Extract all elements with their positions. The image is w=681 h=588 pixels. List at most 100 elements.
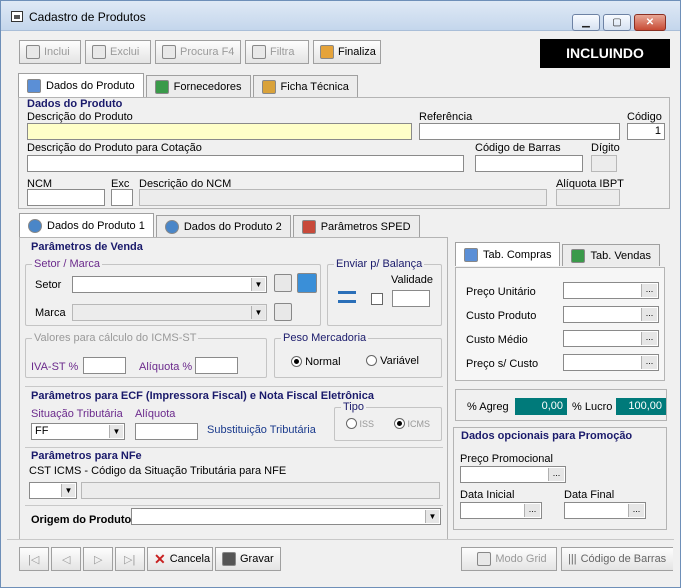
marca-select[interactable]: ▼	[72, 304, 267, 321]
cod-barras-button[interactable]: ||| Código de Barras	[561, 547, 673, 571]
tab-label: Parâmetros SPED	[320, 220, 411, 233]
aliquota-pct-label: Alíquota %	[139, 361, 193, 373]
section-title: Dados do Produto	[27, 98, 123, 110]
custo-medio-label: Custo Médio	[466, 334, 528, 346]
ellipsis-icon: ...	[548, 468, 564, 481]
grid-icon	[477, 552, 492, 566]
delete-icon	[92, 45, 106, 59]
custo-medio-input[interactable]: ...	[563, 330, 659, 347]
icms-radio[interactable]: ICMS	[394, 418, 430, 429]
normal-label: Normal	[305, 356, 341, 368]
tab-dados-produto-2[interactable]: Dados do Produto 2	[155, 215, 291, 237]
refresh-icon[interactable]	[297, 273, 317, 293]
custo-produto-input[interactable]: ...	[563, 306, 659, 323]
chevron-down-icon: ▼	[251, 306, 265, 319]
balanca-legend: Enviar p/ Balança	[336, 258, 423, 270]
tipo-legend: Tipo	[343, 401, 364, 413]
ellipsis-icon: ...	[628, 504, 644, 517]
custo-produto-label: Custo Produto	[466, 310, 537, 322]
tab-dados-produto-1[interactable]: Dados do Produto 1	[19, 213, 154, 237]
agreg-label: % Agreg	[467, 401, 509, 413]
tab-ficha-tecnica[interactable]: Ficha Técnica	[252, 75, 358, 97]
referencia-input[interactable]	[419, 123, 620, 140]
sit-trib-select[interactable]: FF ▼	[31, 423, 125, 440]
aliquota-pct-input[interactable]	[195, 357, 238, 374]
iss-radio[interactable]: ISS	[346, 418, 374, 429]
variavel-radio[interactable]: Variável	[366, 355, 419, 367]
suppliers-icon	[154, 79, 169, 94]
normal-radio[interactable]: Normal	[291, 356, 341, 368]
codigo-input[interactable]: 1	[627, 123, 665, 140]
chevron-down-icon: ▼	[109, 425, 123, 438]
aliquota-input[interactable]	[135, 423, 198, 440]
inclui-button[interactable]: Inclui	[19, 40, 81, 64]
descricao-label: Descrição do Produto	[27, 111, 133, 123]
cst-select[interactable]: ▼	[29, 482, 77, 499]
modo-grid-button[interactable]: Modo Grid	[461, 547, 557, 571]
first-icon: |◁	[28, 553, 40, 566]
gear-icon	[28, 218, 42, 233]
close-button[interactable]: ✕	[634, 14, 666, 31]
ellipsis-icon: ...	[524, 504, 540, 517]
sit-trib-value: FF	[35, 425, 49, 437]
cst-description	[81, 482, 440, 499]
save-icon	[222, 552, 236, 566]
preco-s-custo-input[interactable]: ...	[563, 354, 659, 371]
last-record-button[interactable]: ▷|	[115, 547, 145, 571]
data-inicial-input[interactable]: ...	[460, 502, 542, 519]
cadastro-window: Cadastro de Produtos ▁ ▢ ✕ Inclui Exclui…	[0, 0, 681, 588]
cancela-button[interactable]: ✕ Cancela	[147, 547, 213, 571]
validade-label: Validade	[391, 274, 433, 286]
minimize-button[interactable]: ▁	[572, 14, 600, 31]
preco-unitario-label: Preço Unitário	[466, 286, 536, 298]
marca-edit-icon[interactable]	[274, 303, 292, 321]
ecf-title: Parâmetros para ECF (Impressora Fiscal) …	[31, 390, 374, 402]
filtra-button[interactable]: Filtra	[245, 40, 309, 64]
modo-grid-label: Modo Grid	[495, 553, 547, 565]
maximize-button[interactable]: ▢	[603, 14, 631, 31]
procura-button[interactable]: Procura F4	[155, 40, 241, 64]
first-record-button[interactable]: |◁	[19, 547, 49, 571]
desc-cotacao-input[interactable]	[27, 155, 464, 172]
status-indicator: INCLUINDO	[540, 39, 670, 68]
subst-label: Substituição Tributária	[207, 424, 316, 436]
preco-promo-input[interactable]: ...	[460, 466, 566, 483]
next-icon: ▷	[94, 553, 103, 566]
exc-input[interactable]	[111, 189, 133, 206]
peso-legend: Peso Mercadoria	[283, 332, 367, 344]
ellipsis-icon: ...	[641, 284, 657, 297]
tab-dados-produto[interactable]: Dados do Produto	[18, 73, 144, 97]
tab-compras[interactable]: Tab. Compras	[455, 242, 561, 266]
prev-record-button[interactable]: ◁	[51, 547, 81, 571]
balanca-checkbox[interactable]	[371, 293, 383, 305]
radio-icon	[394, 418, 405, 429]
nfe-title: Parâmetros para NFe	[31, 450, 142, 462]
origem-select[interactable]: ▼	[131, 508, 441, 525]
icms-label: ICMS	[407, 419, 431, 429]
finaliza-button[interactable]: Finaliza	[313, 40, 381, 64]
validade-input[interactable]	[392, 290, 430, 307]
tab-fornecedores[interactable]: Fornecedores	[145, 75, 251, 97]
iva-st-input[interactable]	[83, 357, 126, 374]
exclui-button[interactable]: Exclui	[85, 40, 151, 64]
tab-label: Fornecedores	[173, 80, 242, 93]
setor-edit-icon[interactable]	[274, 274, 292, 292]
tab-label: Tab. Compras	[483, 248, 552, 261]
tab-label: Dados do Produto 1	[47, 219, 145, 232]
aliquota-label: Alíquota	[135, 408, 176, 420]
setor-select[interactable]: ▼	[72, 276, 267, 293]
exclui-label: Exclui	[110, 46, 140, 58]
gravar-button[interactable]: Gravar	[215, 547, 281, 571]
descricao-input[interactable]	[27, 123, 412, 140]
edit-icon	[27, 78, 41, 93]
radio-icon	[366, 355, 377, 366]
codbarras-input[interactable]	[475, 155, 583, 172]
data-final-input[interactable]: ...	[564, 502, 646, 519]
tab-vendas[interactable]: Tab. Vendas	[562, 244, 661, 266]
tab-parametros-sped[interactable]: Parâmetros SPED	[292, 215, 420, 237]
setor-label: Setor	[35, 279, 62, 291]
preco-unitario-input[interactable]: ...	[563, 282, 659, 299]
ncm-input[interactable]	[27, 189, 105, 206]
iva-st-label: IVA-ST %	[31, 361, 79, 373]
next-record-button[interactable]: ▷	[83, 547, 113, 571]
